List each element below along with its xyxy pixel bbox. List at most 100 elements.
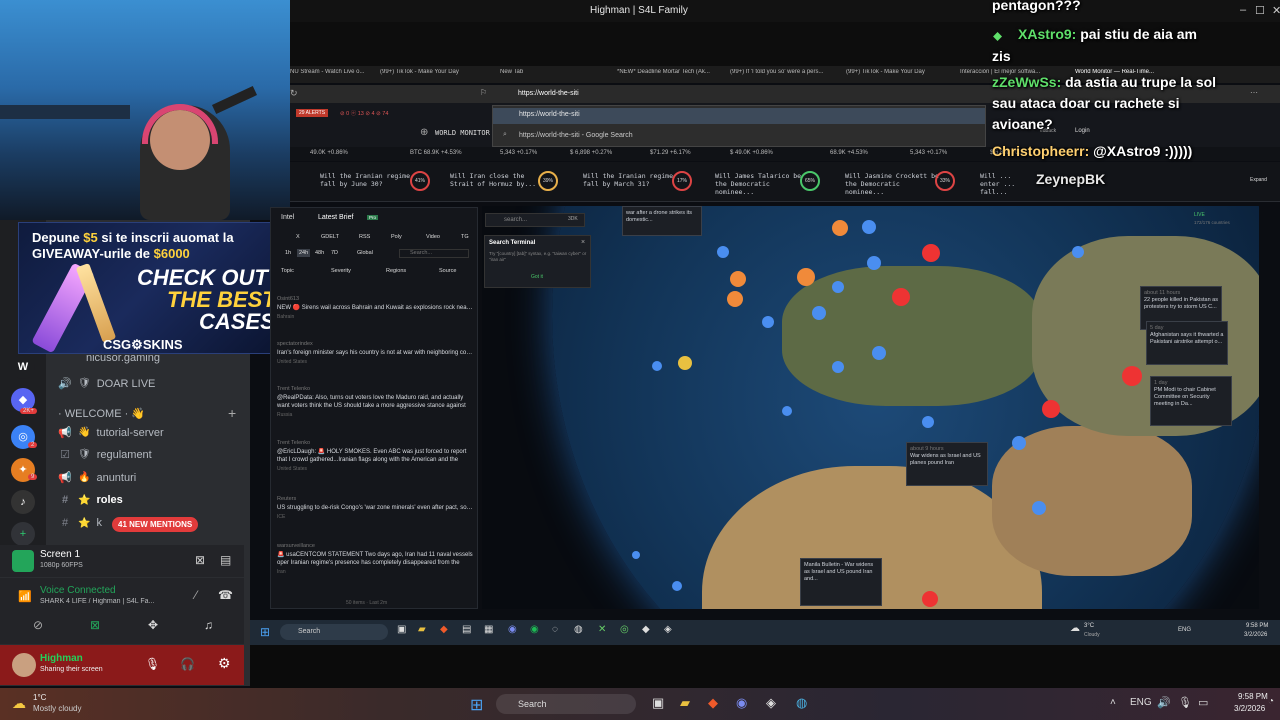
feed-item[interactable]: Reuters US struggling to de-risk Congo's … xyxy=(277,496,473,520)
browser-tab[interactable]: (99+) TikTok - Make Your Day xyxy=(380,69,470,75)
expand-button[interactable]: Expand xyxy=(1250,177,1267,183)
mic-icon[interactable]: 🎙 xyxy=(1178,696,1192,709)
prediction-question[interactable]: Will Iran close the Strait of Hormuz by.… xyxy=(450,172,545,188)
event-marker[interactable] xyxy=(1122,366,1142,386)
voice-channel[interactable]: SHARK 4 LIFE / Highman | S4L Fa... xyxy=(40,598,185,605)
channel-roles[interactable]: # ⭐ roles xyxy=(58,494,123,506)
task-view-icon[interactable]: ▣ xyxy=(652,695,664,711)
tab-latest-brief[interactable]: Latest Brief xyxy=(318,214,353,221)
event-marker[interactable] xyxy=(1072,246,1084,258)
time-7d[interactable]: 7D xyxy=(331,250,338,256)
task-view-icon[interactable]: ▣ xyxy=(397,624,406,635)
channel-k[interactable]: # ⭐ k xyxy=(58,517,102,529)
url-input[interactable]: https://world-the-siti xyxy=(518,90,579,97)
event-marker[interactable] xyxy=(867,256,881,270)
xbox-icon[interactable]: ✕ xyxy=(598,624,606,635)
browser-tab[interactable]: *NEW* Deadline Mortar Tech (Ak... xyxy=(617,69,712,75)
app-icon[interactable]: ◍ xyxy=(796,695,807,711)
close-icon[interactable]: × xyxy=(581,239,585,246)
got-it-button[interactable]: Got it xyxy=(531,274,543,280)
stop-stream-icon[interactable]: ⊠ xyxy=(195,553,205,567)
browser-tab[interactable]: (99+) TikTok - Make Your Day xyxy=(846,69,936,75)
noise-suppression-icon[interactable]: ⁄ xyxy=(195,588,197,602)
event-marker[interactable] xyxy=(672,581,682,591)
feed-item[interactable]: Trent Telenko @RealPData: Also, turns out… xyxy=(277,386,473,424)
screen-share-icon[interactable]: ⊠ xyxy=(90,618,100,632)
gear-icon[interactable]: ⚙ xyxy=(218,655,231,672)
brave-icon[interactable]: ◆ xyxy=(440,624,448,635)
map-popup[interactable]: war after a drone strikes its domestic..… xyxy=(622,206,702,236)
event-marker[interactable] xyxy=(727,291,743,307)
channel-doar-live[interactable]: 🔊 🛡 DOAR LIVE xyxy=(58,377,155,391)
event-marker[interactable] xyxy=(1012,436,1026,450)
time-1h[interactable]: 1h xyxy=(285,250,291,256)
app-icon[interactable]: ◌ xyxy=(552,624,558,635)
add-channel-icon[interactable]: + xyxy=(228,405,236,421)
category-welcome[interactable]: · WELCOME · 👋 xyxy=(58,407,145,420)
global-filter[interactable]: Global xyxy=(357,250,373,256)
server-icon[interactable]: ♪ xyxy=(11,490,35,514)
soundboard-icon[interactable]: ♫ xyxy=(204,618,213,632)
browser-tab[interactable]: NU Stream - Watch Live o... xyxy=(290,69,370,75)
map-popup[interactable]: Manila Bulletin - War widens as Israel a… xyxy=(800,558,882,606)
filter-x[interactable]: X xyxy=(296,234,300,240)
prediction-question[interactable]: Will the Iranian regime fall by March 31… xyxy=(583,172,678,188)
event-marker[interactable] xyxy=(892,288,910,306)
clock-date[interactable]: 3/2/2026 xyxy=(1234,704,1265,713)
channel-tutorial-server[interactable]: 📢 👋 tutorial-server xyxy=(58,426,164,440)
disconnect-icon[interactable]: ☎ xyxy=(218,588,233,602)
taskbar-search[interactable]: Search xyxy=(496,694,636,714)
feed-item[interactable]: Trent Telenko @EricLDaugh: 🚨 HOLY SMOKES.… xyxy=(277,440,473,480)
folder-icon[interactable]: ▰ xyxy=(680,695,690,711)
notification-icon[interactable]: ◔ xyxy=(1268,696,1274,707)
discord-icon[interactable]: ◉ xyxy=(508,624,517,635)
prediction-question[interactable]: Will Jasmine Crockett be the Democratic … xyxy=(845,172,940,196)
event-marker[interactable] xyxy=(762,316,774,328)
browser-tab[interactable]: (99+) If 'I told you so' were a pers... xyxy=(730,69,825,75)
add-server-icon[interactable]: + xyxy=(11,522,35,546)
event-marker[interactable] xyxy=(678,356,692,370)
steam-icon[interactable]: ◈ xyxy=(664,624,672,635)
steam-icon[interactable]: ◈ xyxy=(766,695,776,711)
maximize-icon[interactable]: ☐ xyxy=(1255,4,1265,17)
event-marker[interactable] xyxy=(652,361,662,371)
network-icon[interactable]: ▭ xyxy=(1198,696,1208,709)
source-dropdown[interactable]: Source xyxy=(439,268,456,274)
stream-settings-icon[interactable]: ▤ xyxy=(220,553,231,567)
mic-icon[interactable]: 🎙 xyxy=(145,657,160,671)
event-marker[interactable] xyxy=(1032,501,1046,515)
event-marker[interactable] xyxy=(922,244,940,262)
spotify-icon[interactable]: ◉ xyxy=(530,624,539,635)
folder-icon[interactable]: ▰ xyxy=(418,624,426,635)
event-marker[interactable] xyxy=(797,268,815,286)
event-marker[interactable] xyxy=(832,220,848,236)
event-marker[interactable] xyxy=(812,306,826,320)
clock-time[interactable]: 9:58 PM xyxy=(1238,692,1268,701)
app-icon[interactable]: ▤ xyxy=(462,624,471,635)
login-button[interactable]: Login xyxy=(1075,128,1090,134)
camera-off-icon[interactable]: ⊘ xyxy=(33,618,43,632)
map-popup[interactable]: about 9 hours War widens as Israel and US… xyxy=(906,442,988,486)
suggestion-item[interactable]: https://world-the-siti xyxy=(493,108,985,124)
topic-dropdown[interactable]: Topic xyxy=(281,268,294,274)
close-icon[interactable]: ✕ xyxy=(1272,4,1280,17)
extensions-icon[interactable]: ⋯ xyxy=(1250,88,1258,97)
event-marker[interactable] xyxy=(717,246,729,258)
event-marker[interactable] xyxy=(832,361,844,373)
start-icon[interactable]: ⊞ xyxy=(470,695,483,715)
event-marker[interactable] xyxy=(862,220,876,234)
prediction-question[interactable]: Will ... enter ... fall... xyxy=(980,172,1020,196)
browser-tab[interactable]: New Tab xyxy=(500,69,560,75)
feed-item[interactable]: spectatorindex Iran's foreign minister sa… xyxy=(277,341,473,365)
language-indicator[interactable]: ENG xyxy=(1178,627,1191,633)
bookmark-icon[interactable]: ⚐ xyxy=(480,88,487,97)
start-icon[interactable]: ⊞ xyxy=(260,625,270,639)
feed-search-input[interactable]: Search... xyxy=(399,249,469,258)
chevron-up-icon[interactable]: ˄ xyxy=(1110,697,1116,708)
taskbar-search[interactable]: Search xyxy=(280,624,388,640)
reload-icon[interactable]: ↻ xyxy=(290,88,298,99)
severity-dropdown[interactable]: Severity xyxy=(331,268,351,274)
event-marker[interactable] xyxy=(922,591,938,607)
filter-tg[interactable]: TG xyxy=(461,234,469,240)
app-icon[interactable]: ◍ xyxy=(574,624,583,635)
